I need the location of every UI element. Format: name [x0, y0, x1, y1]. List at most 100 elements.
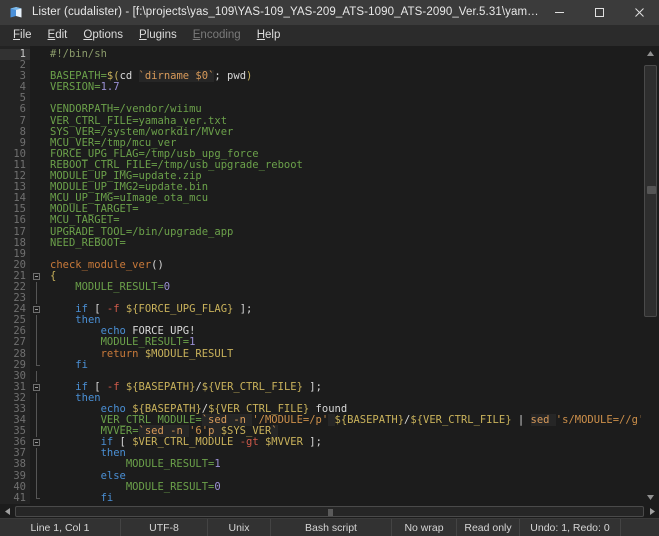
- code-token: =: [132, 203, 138, 215]
- menu-bar: FileEditOptionsPluginsEncodingHelp: [0, 25, 659, 46]
- fold-marker: [30, 426, 44, 437]
- status-segment-1[interactable]: UTF-8: [121, 519, 208, 536]
- fold-guide-line: [36, 415, 37, 426]
- vertical-scroll-thumb[interactable]: [644, 65, 657, 317]
- menu-mnemonic: F: [13, 29, 20, 41]
- code-content[interactable]: #!/bin/sh BASEPATH=$(cd `dirname $0`; pwd…: [44, 46, 641, 504]
- fold-marker[interactable]: [30, 304, 44, 315]
- fold-collapse-icon[interactable]: [33, 306, 40, 313]
- status-segment-0[interactable]: Line 1, Col 1: [0, 519, 121, 536]
- vertical-scrollbar[interactable]: [641, 46, 659, 504]
- horizontal-scroll-thumb[interactable]: [15, 506, 644, 517]
- fold-marker: [30, 182, 44, 193]
- horizontal-scrollbar[interactable]: [0, 504, 659, 518]
- code-token: ${BASEPATH}: [126, 381, 196, 393]
- fold-marker: [30, 238, 44, 249]
- menu-label-rest: elp: [265, 29, 280, 41]
- menu-item-edit[interactable]: Edit: [40, 27, 76, 43]
- code-token: [50, 503, 75, 504]
- code-line: BASEPATH=$(cd `dirname $0`; pwd): [44, 71, 641, 82]
- code-line: MODULE_RESULT=0: [44, 282, 641, 293]
- status-segment-6[interactable]: Undo: 1, Redo: 0: [520, 519, 621, 536]
- vertical-scroll-grip: [647, 186, 656, 194]
- minimize-button[interactable]: [539, 0, 579, 24]
- fold-marker: [30, 215, 44, 226]
- line-number: 38: [0, 459, 30, 470]
- fold-guide-line: [36, 471, 37, 482]
- fold-guide-line: [36, 426, 37, 437]
- lister-window: Lister (cudalister) - [f:\projects\yas_1…: [0, 0, 659, 536]
- fold-guide-line: [36, 293, 37, 304]
- line-number: 7: [0, 116, 30, 127]
- scroll-up-arrow[interactable]: [642, 46, 659, 60]
- scroll-left-arrow[interactable]: [0, 504, 14, 518]
- status-segment-4[interactable]: No wrap: [392, 519, 457, 536]
- fold-marker: [30, 138, 44, 149]
- fold-guide-line: [36, 371, 37, 382]
- fold-guide-line: [36, 337, 37, 348]
- code-line: UPGRADE_TOOL=/bin/upgrade_app: [44, 227, 641, 238]
- horizontal-scroll-track[interactable]: [15, 506, 644, 517]
- code-line: fi: [44, 493, 641, 504]
- menu-mnemonic: H: [257, 29, 265, 41]
- code-token: check_module_ver: [50, 259, 151, 271]
- fold-marker[interactable]: [30, 271, 44, 282]
- menu-label-rest: ptions: [92, 29, 123, 41]
- fold-marker: [30, 482, 44, 493]
- fold-marker: [30, 282, 44, 293]
- status-segment-7[interactable]: [621, 519, 659, 536]
- scroll-down-arrow[interactable]: [642, 490, 659, 504]
- scroll-right-arrow[interactable]: [645, 504, 659, 518]
- maximize-button[interactable]: [579, 0, 619, 24]
- status-segment-2[interactable]: Unix: [208, 519, 271, 536]
- fold-guide-line: [36, 459, 37, 470]
- menu-mnemonic: O: [83, 29, 92, 41]
- code-token: -gt: [240, 436, 259, 448]
- close-button[interactable]: [619, 0, 659, 24]
- code-token: ];: [303, 436, 322, 448]
- fold-marker[interactable]: [30, 437, 44, 448]
- horizontal-scroll-grip: [328, 509, 333, 516]
- fold-marker: [30, 116, 44, 127]
- menu-label-rest: ile: [20, 29, 32, 41]
- fold-marker[interactable]: [30, 382, 44, 393]
- fold-collapse-icon[interactable]: [33, 273, 40, 280]
- fold-collapse-icon[interactable]: [33, 384, 40, 391]
- code-token: ${VER_CTRL_FILE}: [202, 381, 303, 393]
- status-segment-3[interactable]: Bash script: [271, 519, 392, 536]
- fold-marker: [30, 127, 44, 138]
- code-token: 's/MODULE=//g': [556, 414, 641, 426]
- line-number: 17: [0, 227, 30, 238]
- fold-marker: [30, 448, 44, 459]
- code-token: return: [101, 348, 139, 360]
- menu-item-plugins[interactable]: Plugins: [131, 27, 185, 43]
- fold-marker: [30, 360, 44, 371]
- line-number: 39: [0, 471, 30, 482]
- fold-collapse-icon[interactable]: [33, 439, 40, 446]
- code-token: pwd: [227, 70, 246, 82]
- code-line: return $MODULE_RESULT: [44, 349, 641, 360]
- code-line: NEED_REBOOT=: [44, 238, 641, 249]
- code-token: 0: [164, 281, 170, 293]
- fold-marker: [30, 349, 44, 360]
- code-token: ${BASEPATH}: [335, 414, 405, 426]
- code-line: MODULE_RESULT=0: [44, 482, 641, 493]
- text-editor[interactable]: 1234567891011121314151617181920212223242…: [0, 46, 641, 504]
- fold-guide-line: [36, 282, 37, 293]
- fold-marker: [30, 82, 44, 93]
- menu-label-rest: lugins: [147, 29, 177, 41]
- status-segment-5[interactable]: Read only: [457, 519, 520, 536]
- code-folding-column[interactable]: [30, 46, 44, 504]
- code-line: #!/bin/sh: [44, 49, 641, 60]
- code-token: 1: [214, 458, 220, 470]
- status-bar: Line 1, Col 1UTF-8UnixBash scriptNo wrap…: [0, 518, 659, 536]
- menu-item-help[interactable]: Help: [249, 27, 289, 43]
- menu-item-file[interactable]: File: [5, 27, 40, 43]
- fold-marker: [30, 93, 44, 104]
- menu-item-options[interactable]: Options: [75, 27, 131, 43]
- code-token: |: [512, 414, 531, 426]
- fold-marker: [30, 404, 44, 415]
- vertical-scroll-track[interactable]: [644, 61, 657, 489]
- fold-marker: [30, 171, 44, 182]
- code-token: $VER_CTRL_MODULE: [132, 436, 233, 448]
